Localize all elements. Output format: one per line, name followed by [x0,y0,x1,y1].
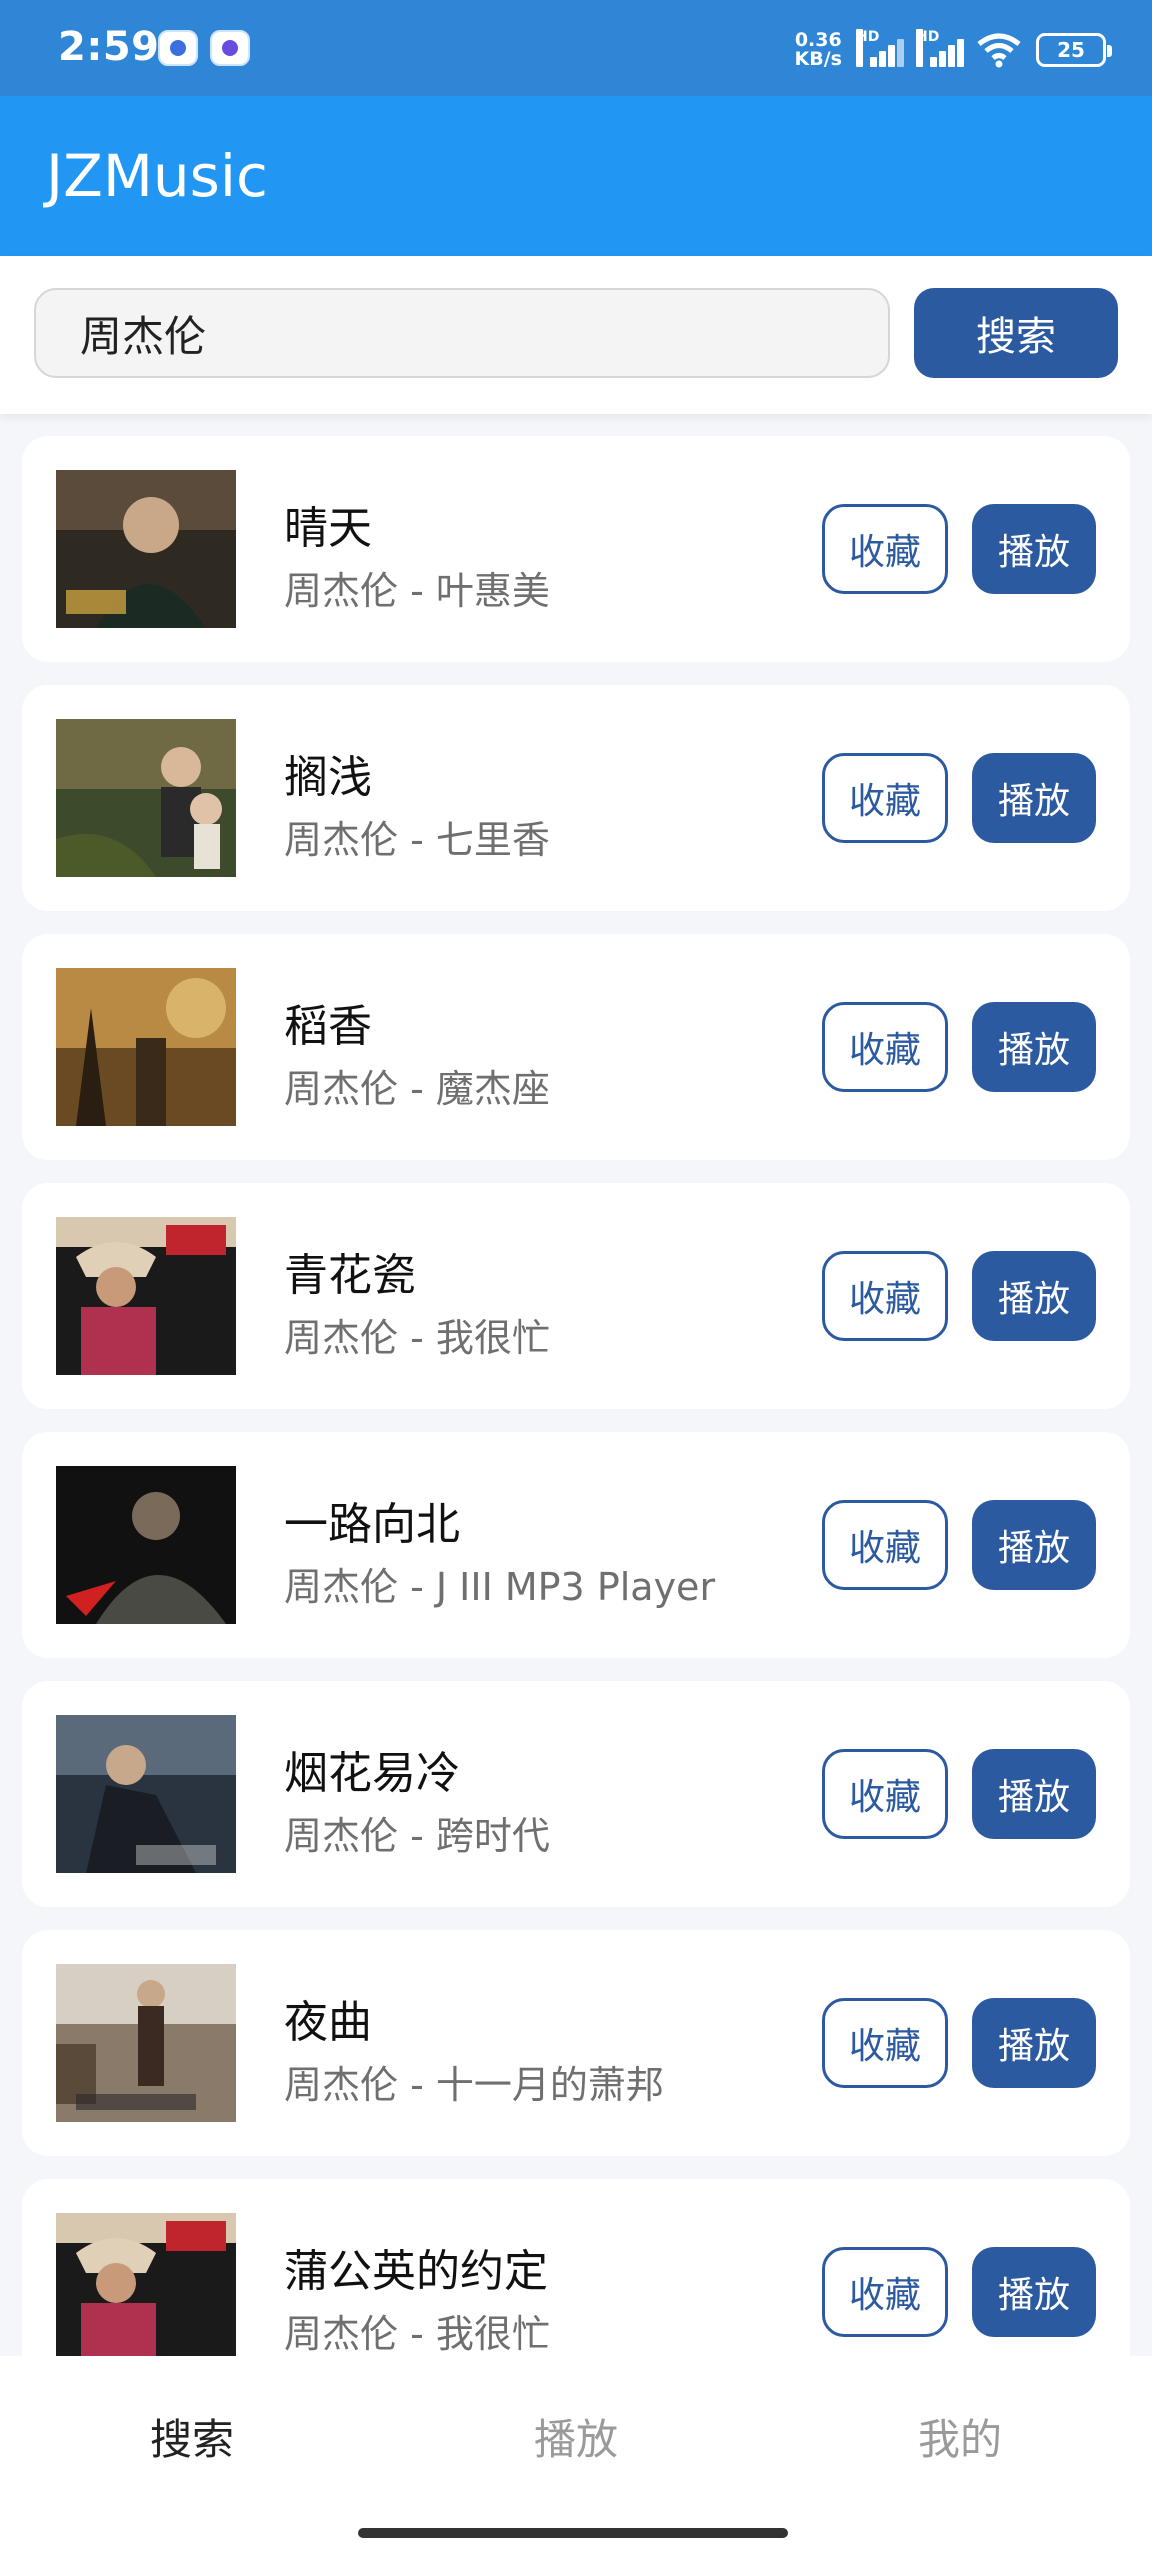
song-artist-album: 周杰伦 - 魔杰座 [284,1067,550,1111]
song-item[interactable]: 稻香 周杰伦 - 魔杰座 收藏 播放 [22,934,1130,1160]
song-title: 蒲公英的约定 [284,2246,548,2297]
song-title: 搁浅 [284,752,372,803]
song-item[interactable]: 晴天 周杰伦 - 叶惠美 收藏 播放 [22,436,1130,662]
album-cover [56,470,236,628]
favorite-button[interactable]: 收藏 [822,1998,948,2088]
song-item[interactable]: 青花瓷 周杰伦 - 我很忙 收藏 播放 [22,1183,1130,1409]
cell-signal-icon: HD [916,29,964,67]
album-cover [56,1964,236,2122]
play-button[interactable]: 播放 [972,1251,1096,1341]
home-indicator[interactable] [358,2528,788,2538]
play-button[interactable]: 播放 [972,1002,1096,1092]
app-notification-icon [158,30,198,66]
song-artist-album: 周杰伦 - 叶惠美 [284,569,550,613]
song-item[interactable]: 一路向北 周杰伦 - J III MP3 Player 收藏 播放 [22,1432,1130,1658]
play-button[interactable]: 播放 [972,2247,1096,2337]
song-title: 稻香 [284,1001,372,1052]
album-cover [56,968,236,1126]
nav-tab-play[interactable]: 播放 [456,2406,696,2467]
app-title: JZMusic [46,142,268,210]
song-item[interactable]: 夜曲 周杰伦 - 十一月的萧邦 收藏 播放 [22,1930,1130,2156]
song-artist-album: 周杰伦 - J III MP3 Player [284,1565,716,1609]
song-title: 青花瓷 [284,1250,416,1301]
search-input[interactable]: 周杰伦 [34,288,890,378]
favorite-button[interactable]: 收藏 [822,1749,948,1839]
song-title: 晴天 [284,503,372,554]
search-area: 周杰伦 搜索 [0,256,1152,414]
song-artist-album: 周杰伦 - 七里香 [284,818,550,862]
favorite-button[interactable]: 收藏 [822,1500,948,1590]
nav-tab-search[interactable]: 搜索 [72,2406,312,2467]
play-button[interactable]: 播放 [972,1500,1096,1590]
wifi-icon [976,32,1022,68]
album-cover [56,1217,236,1375]
status-indicators: 0.36 KB/s HD HD 25 [794,29,1112,70]
status-bar: 2:59 0.36 KB/s HD HD 25 [0,0,1152,96]
song-title: 一路向北 [284,1499,460,1550]
nav-tab-mine[interactable]: 我的 [840,2406,1080,2467]
album-cover [56,1715,236,1873]
album-cover [56,1466,236,1624]
network-speed: 0.36 KB/s [794,29,842,70]
play-button[interactable]: 播放 [972,1749,1096,1839]
search-button[interactable]: 搜索 [914,288,1118,378]
play-button[interactable]: 播放 [972,753,1096,843]
song-item[interactable]: 烟花易冷 周杰伦 - 跨时代 收藏 播放 [22,1681,1130,1907]
cell-signal-icon: HD [856,29,904,67]
song-artist-album: 周杰伦 - 十一月的萧邦 [284,2063,664,2107]
app-bar: JZMusic [0,96,1152,256]
song-title: 烟花易冷 [284,1748,460,1799]
play-button[interactable]: 播放 [972,504,1096,594]
album-cover [56,2213,236,2371]
app-notification-icon [210,30,250,66]
play-button[interactable]: 播放 [972,1998,1096,2088]
album-cover [56,719,236,877]
favorite-button[interactable]: 收藏 [822,504,948,594]
song-artist-album: 周杰伦 - 我很忙 [284,1316,550,1360]
favorite-button[interactable]: 收藏 [822,753,948,843]
song-item[interactable]: 搁浅 周杰伦 - 七里香 收藏 播放 [22,685,1130,911]
battery-icon: 25 [1036,33,1112,67]
favorite-button[interactable]: 收藏 [822,1002,948,1092]
song-title: 夜曲 [284,1997,372,2048]
song-artist-album: 周杰伦 - 跨时代 [284,1814,550,1858]
song-artist-album: 周杰伦 - 我很忙 [284,2312,550,2356]
favorite-button[interactable]: 收藏 [822,1251,948,1341]
favorite-button[interactable]: 收藏 [822,2247,948,2337]
status-time: 2:59 [58,24,160,70]
